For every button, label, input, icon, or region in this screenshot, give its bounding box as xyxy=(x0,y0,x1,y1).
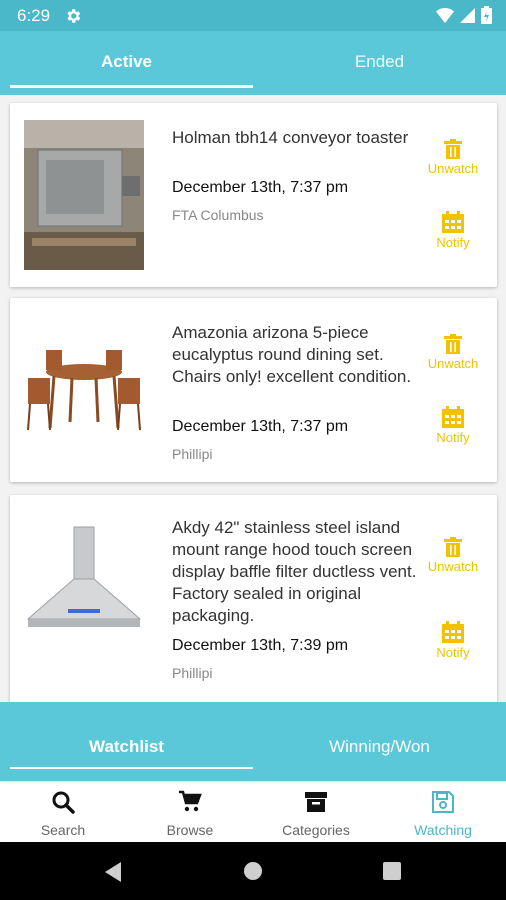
notify-label: Notify xyxy=(436,430,470,445)
status-time: 6:29 xyxy=(17,6,51,25)
item-date: December 13th, 7:39 pm xyxy=(172,637,349,654)
save-icon xyxy=(432,791,454,813)
notify-button[interactable]: Notify xyxy=(420,406,486,445)
nav-browse[interactable]: Browse xyxy=(127,782,253,843)
nav-label: Search xyxy=(40,822,86,838)
unwatch-label: Unwatch xyxy=(427,161,479,176)
nav-search[interactable]: Search xyxy=(0,782,126,843)
tab-ended[interactable]: Ended xyxy=(253,31,506,95)
battery-icon xyxy=(481,6,492,24)
unwatch-button[interactable]: Unwatch xyxy=(420,334,486,371)
tab-watchlist[interactable]: Watchlist xyxy=(0,702,253,781)
calendar-icon xyxy=(442,406,464,428)
bottom-navigation: Search Browse Categories Watching xyxy=(0,781,506,842)
calendar-icon xyxy=(442,621,464,643)
trash-icon xyxy=(444,334,462,354)
item-image-range-hood xyxy=(24,525,144,643)
system-navigation-bar xyxy=(0,842,506,900)
status-bar: 6:29 xyxy=(0,0,506,31)
home-icon[interactable] xyxy=(243,861,263,881)
unwatch-button[interactable]: Unwatch xyxy=(420,139,486,176)
notify-label: Notify xyxy=(436,645,470,660)
item-title[interactable]: Holman tbh14 conveyor toaster xyxy=(172,127,417,149)
tab-winning-won[interactable]: Winning/Won xyxy=(253,702,506,781)
calendar-icon xyxy=(442,211,464,233)
search-icon xyxy=(52,791,75,814)
signal-icon xyxy=(460,7,475,23)
recents-icon[interactable] xyxy=(383,862,401,880)
watchlist-tab-indicator xyxy=(10,767,253,769)
cart-icon xyxy=(179,790,202,812)
item-image-toaster xyxy=(24,120,144,270)
nav-watching[interactable]: Watching xyxy=(380,782,506,843)
item-image-dining-set xyxy=(24,338,144,438)
nav-label: Categories xyxy=(282,822,350,838)
back-icon[interactable] xyxy=(103,861,123,883)
item-date: December 13th, 7:37 pm xyxy=(172,179,349,196)
status-icons xyxy=(436,6,492,24)
item-title[interactable]: Akdy 42" stainless steel island mount ra… xyxy=(172,517,417,627)
nav-label: Watching xyxy=(414,822,472,838)
unwatch-label: Unwatch xyxy=(427,559,479,574)
notify-button[interactable]: Notify xyxy=(420,621,486,660)
trash-icon xyxy=(444,139,462,159)
wifi-icon xyxy=(436,7,454,23)
item-date: December 13th, 7:37 pm xyxy=(172,418,349,435)
list-item[interactable]: Akdy 42" stainless steel island mount ra… xyxy=(10,495,497,702)
list-item[interactable]: Holman tbh14 conveyor toaster December 1… xyxy=(10,103,497,287)
unwatch-label: Unwatch xyxy=(427,356,479,371)
notify-button[interactable]: Notify xyxy=(420,211,486,250)
trash-icon xyxy=(444,537,462,557)
active-tab-indicator xyxy=(10,85,253,88)
nav-categories[interactable]: Categories xyxy=(253,782,379,843)
item-title[interactable]: Amazonia arizona 5-piece eucalyptus roun… xyxy=(172,322,417,388)
watchlist-tabs: Watchlist Winning/Won xyxy=(0,702,506,781)
item-location: Phillipi xyxy=(172,446,213,462)
watchlist-items[interactable]: Holman tbh14 conveyor toaster December 1… xyxy=(0,95,506,702)
item-location: Phillipi xyxy=(172,665,213,681)
unwatch-button[interactable]: Unwatch xyxy=(420,537,486,574)
notify-label: Notify xyxy=(436,235,470,250)
archive-icon xyxy=(305,792,327,812)
nav-label: Browse xyxy=(166,822,214,838)
item-location: FTA Columbus xyxy=(172,207,264,223)
list-item[interactable]: Amazonia arizona 5-piece eucalyptus roun… xyxy=(10,298,497,482)
settings-gear-icon xyxy=(67,9,81,23)
